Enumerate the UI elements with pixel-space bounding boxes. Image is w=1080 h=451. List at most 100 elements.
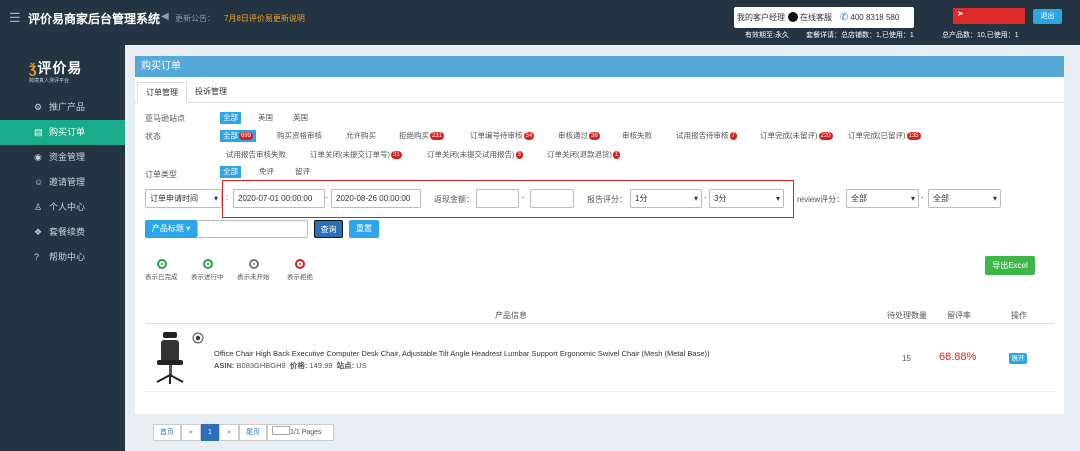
valid-until: 有效期至:永久 [745, 32, 789, 39]
tab-order-management[interactable]: 订单管理 [137, 82, 187, 103]
pager-last[interactable]: 尾页 [239, 424, 267, 441]
status-report-review[interactable]: 试用报告待审核 7 [676, 130, 737, 142]
type-review[interactable]: 留评 [295, 166, 310, 178]
status-report-failed[interactable]: 试用报告审核失败 [226, 149, 286, 161]
sidebar-item-label: 购买订单 [49, 127, 86, 137]
status-closed-no-report[interactable]: 订单关闭(未提交试用报告) 3 [427, 149, 523, 161]
logo-text: 评价易 [37, 60, 83, 76]
not-started-icon [249, 259, 259, 269]
site-value: US [356, 361, 367, 370]
status-count-badge: 699 [239, 132, 254, 140]
logout-button[interactable]: 退出 [1033, 9, 1062, 24]
pager-next[interactable]: » [219, 424, 239, 441]
sidebar-item-profile[interactable]: ♙ 个人中心 [0, 195, 125, 220]
pending-count: 15 [902, 354, 911, 363]
status-count-badge: 220 [818, 132, 833, 140]
status-closed-refund[interactable]: 订单关闭(退款退货) 1 [547, 149, 621, 161]
status-review-failed[interactable]: 审核失败 [622, 130, 652, 142]
select-value: 产品标题 [151, 224, 184, 233]
online-service-link[interactable]: 在线客服 [800, 13, 832, 22]
review-rate: 68.88% [939, 351, 977, 363]
status-all[interactable]: 全部 699 [220, 130, 257, 142]
notice-link[interactable]: 7月8日评价易更新说明 [224, 13, 305, 24]
funds-icon: ◉ [34, 152, 42, 162]
sidebar-item-orders[interactable]: ▤ 购买订单 [0, 120, 125, 145]
review-score-label: review评分： [797, 195, 845, 204]
page-input[interactable] [272, 426, 290, 435]
phone-number: 400 8318 580 [850, 13, 900, 22]
status-rejected[interactable]: 拒绝购买 231 [399, 130, 445, 142]
status-label: 状态 [145, 132, 161, 141]
review-from-select[interactable]: 全部 ▾ [846, 189, 919, 208]
status-text: 订单关闭(未提交试用报告) [427, 150, 515, 159]
rejected-icon [295, 259, 305, 269]
pager-prev[interactable]: « [181, 424, 201, 441]
in-progress-icon [203, 259, 213, 269]
orders-icon: ▤ [34, 127, 43, 137]
sidebar-item-package[interactable]: ❖ 套餐续费 [0, 220, 125, 245]
pager-jump[interactable]: 1/1 Pages [267, 424, 334, 441]
site-label: 站点: [336, 361, 355, 370]
qq-icon[interactable] [788, 12, 798, 22]
col-review-rate: 留评率 [947, 311, 971, 320]
expand-button[interactable]: 展开 [1009, 353, 1027, 364]
sidebar-item-label: 推广产品 [49, 102, 86, 112]
type-all[interactable]: 全部 [220, 166, 241, 178]
status-text: 订单关闭(退款退货) [547, 150, 612, 159]
phone-icon: ✆ [840, 12, 849, 23]
status-count-badge: 135 [906, 132, 921, 140]
product-title[interactable]: Office Chair High Back Executive Compute… [214, 349, 710, 358]
status-order-number-review[interactable]: 订单编号待审核 34 [470, 130, 535, 142]
customer-service-box: 我的客户经理 在线客服 ✆ 400 8318 580 [734, 7, 914, 28]
speaker-icon: ◀ [161, 11, 169, 22]
product-title-select[interactable]: 产品标题 ▾ [145, 220, 197, 238]
review-to-select[interactable]: 全部 ▾ [928, 189, 1001, 208]
status-done-no-review[interactable]: 订单完成(未留评) 220 [760, 130, 833, 142]
chevron-down-icon: ▾ [213, 194, 218, 203]
status-allowed[interactable]: 允许购买 [346, 130, 376, 142]
tab-complaints[interactable]: 投诉管理 [187, 82, 235, 103]
status-done-reviewed[interactable]: 订单完成(已留评) 135 [848, 130, 921, 142]
select-value: 全部 [851, 194, 867, 203]
status-text: 订单完成(未留评) [760, 131, 818, 140]
status-text: 订单编号待审核 [470, 131, 523, 140]
type-no-review[interactable]: 免评 [259, 166, 274, 178]
status-qualification-review[interactable]: 购买资格审核 [277, 130, 322, 142]
pager-current[interactable]: 1 [201, 424, 219, 441]
col-pending: 待处理数量 [887, 311, 927, 320]
sidebar-item-promote[interactable]: ⚙ 推广产品 [0, 95, 125, 120]
asin-label: ASIN: [214, 361, 235, 370]
menu-icon[interactable]: ☰ [9, 10, 21, 26]
order-type-label: 订单类型 [145, 170, 177, 179]
product-search-input[interactable] [197, 220, 308, 238]
chevron-down-icon: ▾ [992, 194, 997, 203]
reset-button[interactable]: 重置 [349, 220, 379, 238]
asin-value: B083GHBGH9 [236, 361, 286, 370]
status-closed-no-order[interactable]: 订单关闭(未提交订单号) 31 [310, 149, 402, 161]
status-count-badge: 36 [589, 132, 600, 140]
sidebar-item-funds[interactable]: ◉ 资金管理 [0, 145, 125, 170]
user-redacted[interactable]: ➤ [953, 8, 1025, 24]
help-icon: ? [34, 252, 40, 262]
site-all[interactable]: 全部 [220, 112, 241, 124]
time-type-select[interactable]: 订单申请时间 ▾ [145, 189, 222, 208]
status-count-badge: 7 [729, 132, 737, 140]
search-button[interactable]: 查询 [314, 220, 343, 238]
chevron-down-icon: ▾ [910, 194, 915, 203]
invite-icon: ☺ [34, 177, 44, 187]
sidebar-item-help[interactable]: ? 帮助中心 [0, 245, 125, 270]
site-us[interactable]: 美国 [258, 112, 273, 124]
sidebar-item-invite[interactable]: ☺ 邀请管理 [0, 170, 125, 195]
sidebar-item-label: 套餐续费 [49, 227, 86, 237]
site-uk[interactable]: 英国 [293, 112, 308, 124]
pager-first[interactable]: 首页 [153, 424, 181, 441]
app-title: 评价易商家后台管理系统 [28, 12, 161, 26]
product-info: 总产品数：10,已使用：1 [942, 32, 1019, 39]
status-approved[interactable]: 审核通过 36 [558, 130, 600, 142]
price-label: 价格: [289, 361, 308, 370]
sidebar-item-label: 资金管理 [49, 152, 86, 162]
legend-completed: 表示已完成 [145, 274, 178, 281]
top-bar: ☰ 评价易商家后台管理系统 ◀ 更新公告： 7月8日评价易更新说明 我的客户经理… [0, 0, 1080, 45]
export-excel-button[interactable]: 导出Excel [985, 256, 1035, 275]
sidebar-item-label: 个人中心 [49, 202, 86, 212]
